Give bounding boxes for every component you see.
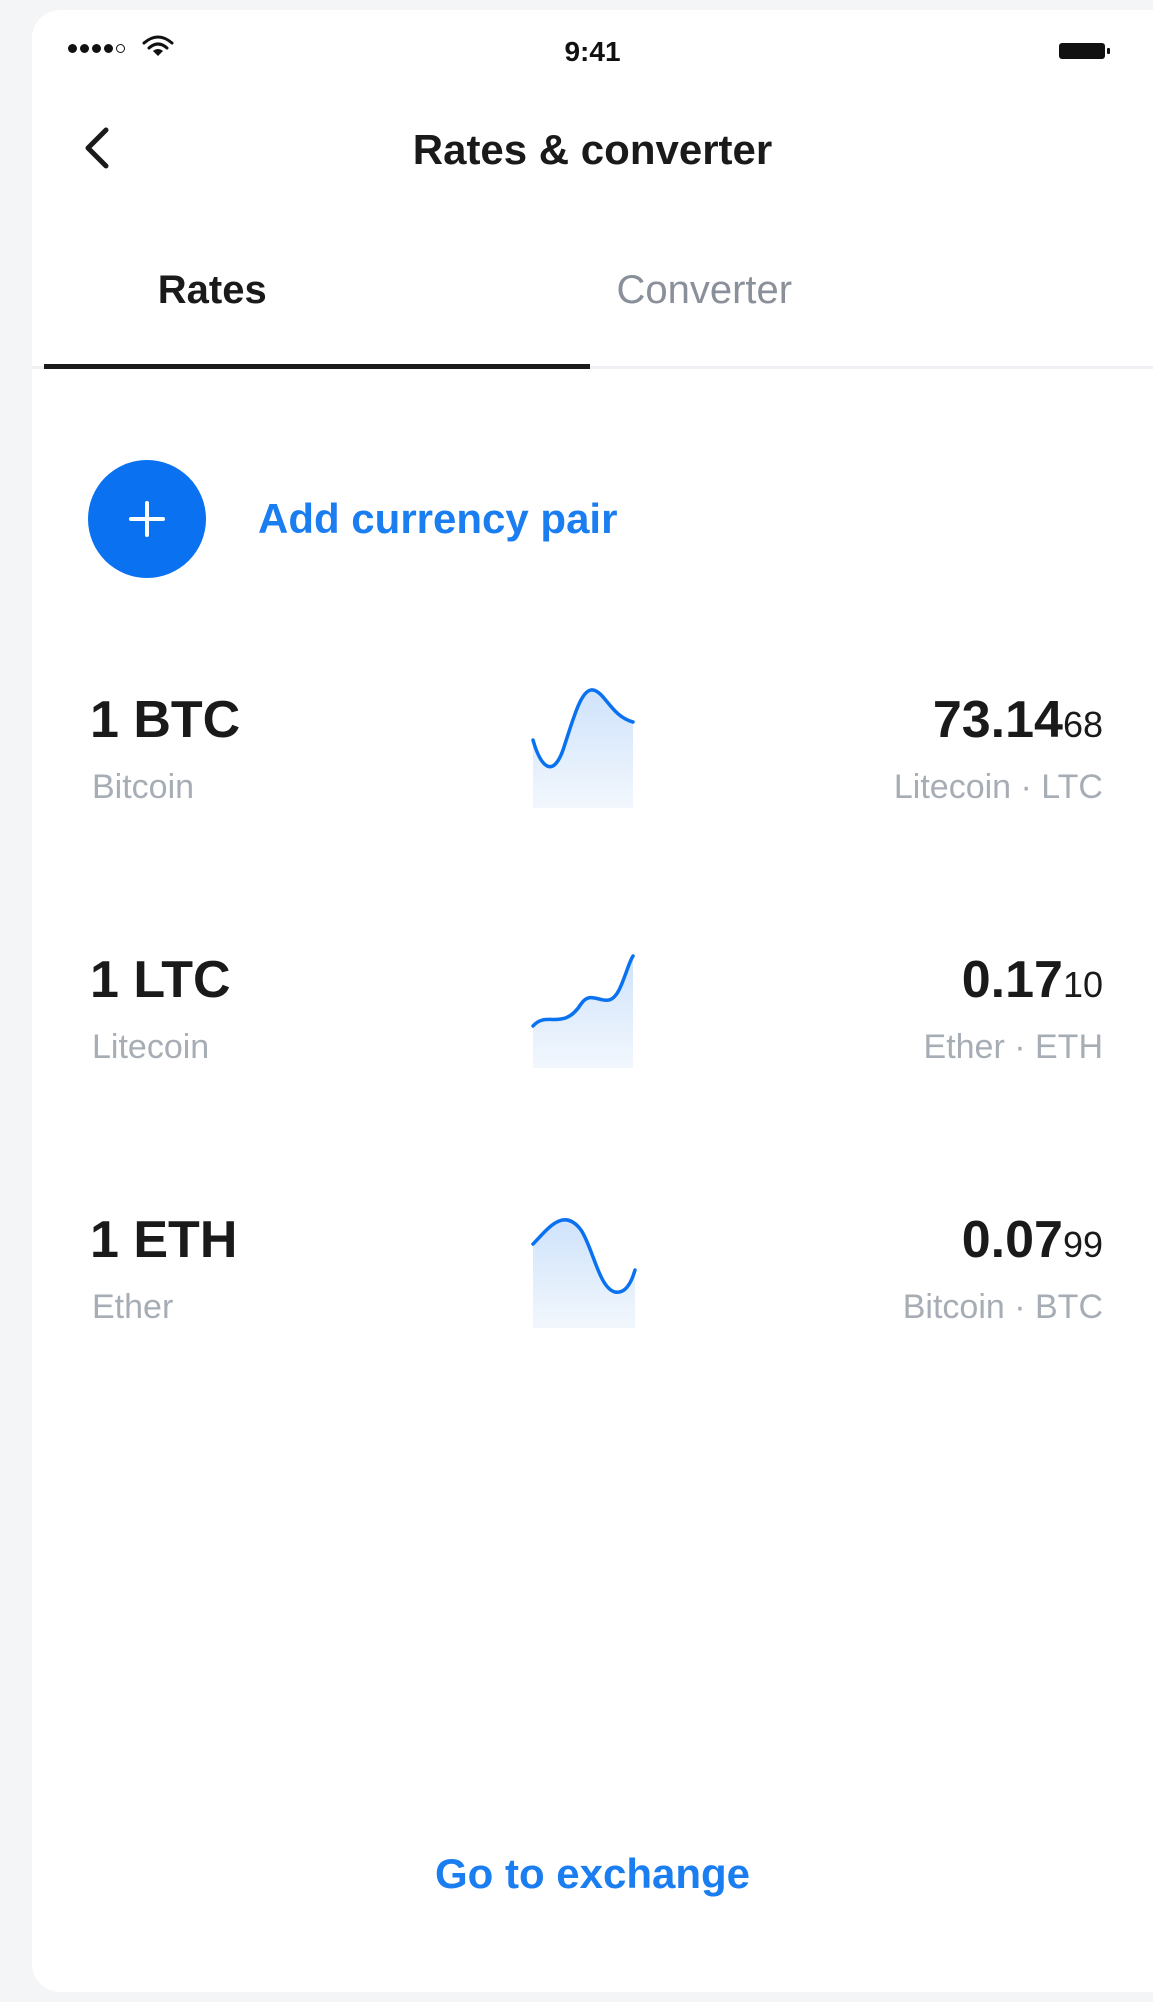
rate-pair: 1 ETH bbox=[90, 1211, 238, 1269]
rate-row-btc[interactable]: 1 BTC Bitcoin 73.1468 Litecoin · LTC bbox=[32, 688, 1153, 850]
rate-currency-name: Bitcoin bbox=[92, 768, 195, 806]
page-title: Rates & converter bbox=[412, 126, 773, 173]
tab-active-indicator bbox=[44, 364, 590, 369]
go-to-exchange-link[interactable]: Go to exchange bbox=[32, 1850, 1153, 1898]
plus-icon[interactable] bbox=[88, 460, 206, 578]
nav-bar: Rates & converter bbox=[32, 100, 1153, 200]
phone-frame: 9:41 Rates & converter Rates Converter A… bbox=[32, 10, 1153, 1992]
rate-target-currency: Litecoin · LTC bbox=[893, 768, 1103, 806]
rate-currency-name: Ether bbox=[92, 1288, 174, 1326]
rate-target-currency: Bitcoin · BTC bbox=[902, 1288, 1103, 1326]
rate-value: 0.1710 bbox=[961, 951, 1103, 1009]
status-bar: 9:41 bbox=[32, 10, 1153, 90]
screen: 9:41 Rates & converter Rates Converter A… bbox=[0, 0, 1153, 2002]
rate-target-currency: Ether · ETH bbox=[923, 1028, 1103, 1066]
rate-pair: 1 BTC bbox=[90, 691, 241, 749]
sparkline-chart bbox=[531, 1218, 637, 1328]
add-currency-pair-label[interactable]: Add currency pair bbox=[258, 495, 617, 543]
status-time: 9:41 bbox=[564, 36, 621, 67]
rate-row-ltc[interactable]: 1 LTC Litecoin 0.1710 Ether · ETH bbox=[32, 950, 1153, 1110]
tab-converter[interactable]: Converter bbox=[424, 268, 985, 313]
rate-pair: 1 LTC bbox=[90, 951, 231, 1009]
rate-value: 73.1468 bbox=[932, 691, 1103, 749]
rate-value: 0.0799 bbox=[961, 1211, 1103, 1269]
sparkline-chart bbox=[531, 688, 635, 808]
rate-row-eth[interactable]: 1 ETH Ether 0.0799 Bitcoin · BTC bbox=[32, 1210, 1153, 1370]
add-currency-pair-button[interactable]: Add currency pair bbox=[88, 460, 617, 578]
tab-bar: Rates Converter bbox=[32, 250, 1153, 380]
battery-icon bbox=[1059, 43, 1110, 59]
sparkline-chart bbox=[531, 954, 635, 1068]
rate-currency-name: Litecoin bbox=[92, 1028, 210, 1066]
